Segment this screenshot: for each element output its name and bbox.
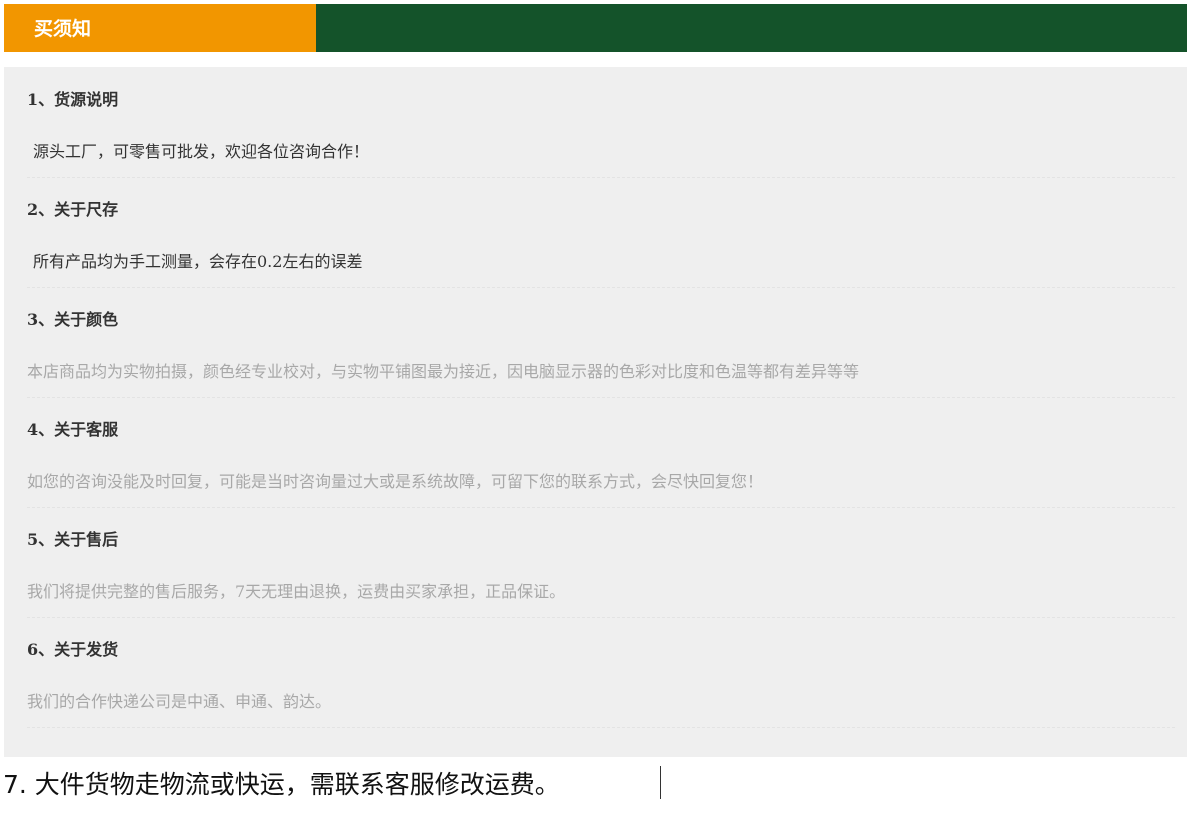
- section-title: 4、关于客服: [27, 420, 119, 439]
- section-body: 所有产品均为手工测量，会存在0.2左右的误差: [33, 252, 363, 271]
- section-title: 3、关于颜色: [27, 310, 119, 329]
- section-title: 1、货源说明: [27, 90, 119, 109]
- page: 买须知 1、货源说明 源头工厂，可零售可批发，欢迎各位咨询合作！ 2、关于尺存 …: [0, 0, 1187, 815]
- section-title: 5、关于售后: [27, 530, 119, 549]
- header-bar: 买须知: [4, 4, 1187, 52]
- section-shipping: 6、关于发货 我们的合作快递公司是中通、申通、韵达。: [27, 617, 1175, 728]
- text-cursor: [660, 766, 661, 799]
- section-body: 我们的合作快递公司是中通、申通、韵达。: [27, 692, 332, 711]
- notice-panel: 1、货源说明 源头工厂，可零售可批发，欢迎各位咨询合作！ 2、关于尺存 所有产品…: [4, 67, 1187, 757]
- section-title: 2、关于尺存: [27, 200, 119, 219]
- tab-purchase-notice[interactable]: 买须知: [4, 4, 316, 52]
- section-after-sales: 5、关于售后 我们将提供完整的售后服务，7天无理由退换，运费由买家承担，正品保证…: [27, 507, 1175, 618]
- section-title: 6、关于发货: [27, 640, 119, 659]
- section-source: 1、货源说明 源头工厂，可零售可批发，欢迎各位咨询合作！: [27, 67, 1175, 178]
- section-body: 我们将提供完整的售后服务，7天无理由退换，运费由买家承担，正品保证。: [27, 582, 566, 601]
- section-body: 源头工厂，可零售可批发，欢迎各位咨询合作！: [33, 142, 370, 161]
- section-color: 3、关于颜色 本店商品均为实物拍摄，颜色经专业校对，与实物平铺图最为接近，因电脑…: [27, 287, 1175, 398]
- footer-note[interactable]: 7. 大件货物走物流或快运，需联系客服修改运费。: [3, 765, 560, 801]
- section-body: 本店商品均为实物拍摄，颜色经专业校对，与实物平铺图最为接近，因电脑显示器的色彩对…: [27, 362, 860, 381]
- section-size: 2、关于尺存 所有产品均为手工测量，会存在0.2左右的误差: [27, 177, 1175, 288]
- section-body: 如您的咨询没能及时回复，可能是当时咨询量过大或是系统故障，可留下您的联系方式，会…: [27, 472, 764, 491]
- section-customer-service: 4、关于客服 如您的咨询没能及时回复，可能是当时咨询量过大或是系统故障，可留下您…: [27, 397, 1175, 508]
